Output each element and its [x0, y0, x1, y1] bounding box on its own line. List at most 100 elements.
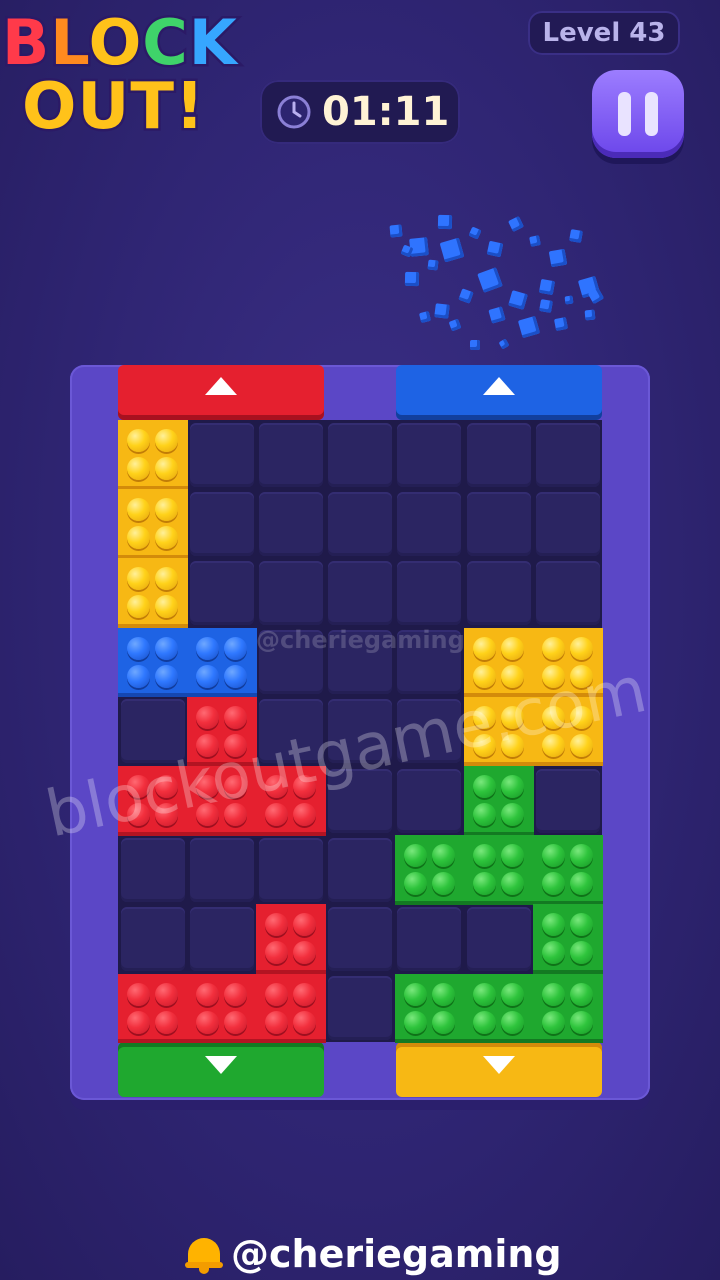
stud	[542, 982, 566, 1006]
stud	[224, 1010, 248, 1034]
debris-cube	[486, 240, 504, 258]
stud	[542, 636, 566, 660]
down-arrow-icon	[205, 1056, 237, 1074]
grid-cell	[328, 560, 393, 625]
grid-cell	[535, 768, 600, 833]
stud	[501, 982, 524, 1006]
grid-cell	[466, 422, 531, 487]
stud	[127, 664, 150, 688]
stud	[155, 636, 178, 660]
stud	[473, 982, 496, 1006]
up-arrow-icon	[483, 377, 515, 395]
down-arrow-icon	[483, 1056, 515, 1074]
stud	[501, 844, 524, 868]
stud	[196, 982, 220, 1006]
grid-cell	[466, 560, 531, 625]
debris-cube	[569, 229, 583, 243]
stud	[265, 941, 289, 965]
piece-block	[394, 973, 465, 1044]
debris-cube	[437, 214, 453, 230]
piece-block	[533, 973, 603, 1044]
timer-value: 01:11	[322, 89, 450, 135]
stud	[570, 1010, 594, 1034]
stud	[501, 636, 524, 660]
grid-cell	[258, 422, 323, 487]
debris-cube	[507, 215, 525, 233]
grid-cell	[397, 491, 462, 556]
stud	[403, 1010, 427, 1034]
debris-cube	[427, 259, 439, 271]
yellow-exit-gate	[396, 1042, 602, 1097]
piece-block	[533, 835, 603, 905]
pause-button[interactable]	[592, 70, 684, 158]
debris-cube	[553, 316, 569, 332]
stud	[224, 982, 248, 1006]
stud	[431, 844, 455, 868]
grid-cell	[535, 422, 600, 487]
stud	[293, 803, 317, 826]
stud	[196, 664, 220, 688]
stud	[501, 803, 524, 826]
piece-block	[118, 420, 188, 490]
stud	[155, 429, 178, 452]
grid-cell	[328, 976, 393, 1041]
stud	[196, 705, 220, 729]
stud	[155, 457, 178, 480]
debris-cube	[404, 271, 420, 287]
stud	[293, 941, 317, 965]
grid-cell	[535, 491, 600, 556]
debris-cube	[539, 299, 553, 313]
stud	[473, 775, 496, 798]
piece-block	[118, 973, 188, 1044]
stud	[127, 429, 150, 452]
stud	[265, 1010, 289, 1034]
stud	[155, 982, 178, 1006]
stud	[473, 1010, 496, 1034]
clock-icon	[277, 95, 311, 129]
stud	[196, 1010, 220, 1034]
debris-cube	[529, 235, 541, 247]
game-logo: BLOCK OUT!	[0, 0, 270, 150]
stud	[570, 941, 594, 965]
debris-cube	[508, 290, 528, 310]
piece-block	[533, 904, 603, 975]
debris-cube	[498, 338, 510, 350]
piece-block	[118, 627, 188, 698]
stud	[570, 872, 594, 896]
grid-cell	[328, 491, 393, 556]
stud	[155, 498, 178, 522]
piece-block	[464, 973, 534, 1044]
stud	[155, 526, 178, 550]
stud	[570, 636, 594, 660]
piece-block	[256, 973, 327, 1044]
piece-block	[394, 835, 465, 905]
stud	[127, 595, 150, 619]
stud	[403, 872, 427, 896]
grid-cell	[328, 837, 393, 902]
stud	[473, 872, 496, 896]
stud	[473, 636, 496, 660]
pause-icon	[618, 92, 658, 136]
blue-exit-gate	[396, 365, 602, 420]
debris-cube	[538, 278, 556, 296]
grid-cell	[189, 906, 254, 971]
debris-cube	[458, 288, 474, 304]
stud	[127, 636, 150, 660]
piece-block	[187, 627, 257, 698]
grid-cell	[466, 491, 531, 556]
stud	[431, 1010, 455, 1034]
stud	[431, 872, 455, 896]
stud	[265, 913, 289, 937]
stud	[155, 664, 178, 688]
piece-block	[187, 973, 257, 1044]
stud	[155, 567, 178, 591]
grid-cell	[189, 491, 254, 556]
logo-line-2: OUT!	[19, 68, 206, 147]
grid-cell	[328, 906, 393, 971]
green-exit-gate	[118, 1042, 324, 1097]
stud	[127, 526, 150, 550]
stud	[501, 775, 524, 798]
debris-cube	[434, 303, 450, 319]
debris-cube	[468, 226, 482, 240]
debris-cube	[470, 340, 480, 350]
